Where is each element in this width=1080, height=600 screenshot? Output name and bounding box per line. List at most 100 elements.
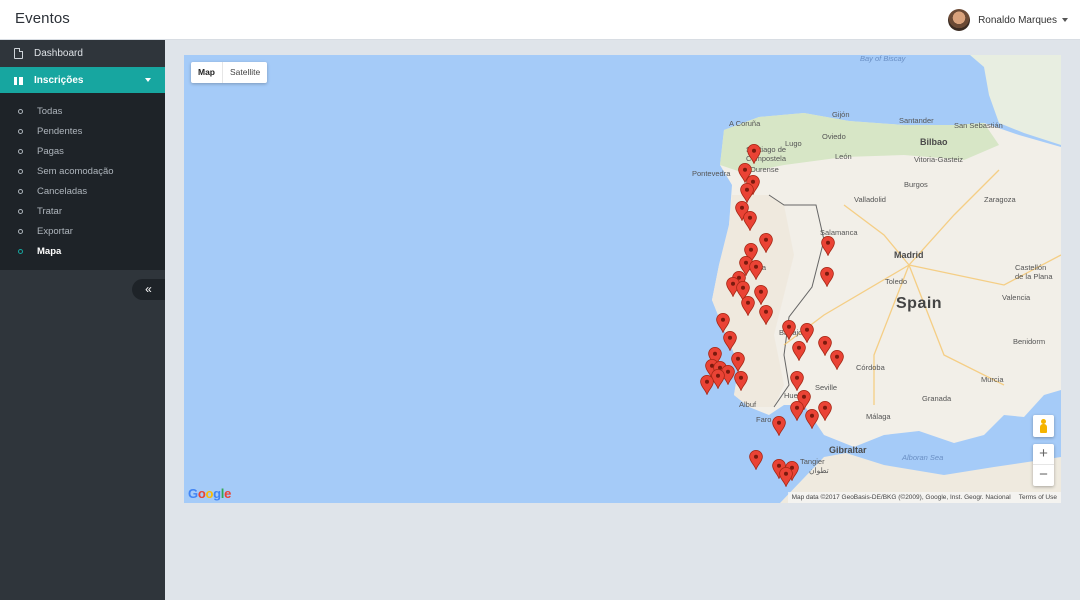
map-label: Zaragoza [984,195,1016,204]
map-marker[interactable] [805,409,819,431]
sidebar-item-label: Todas [37,105,63,117]
map-label: Córdoba [856,363,885,372]
map-marker[interactable] [830,349,845,371]
map-label: Ourense [750,165,779,174]
chevron-down-icon [1062,18,1068,22]
map-marker[interactable] [782,319,796,341]
sidebar-item-label: Tratar [37,205,62,217]
sidebar-item-pendentes[interactable]: Pendentes [0,121,165,141]
map-marker[interactable] [789,371,804,392]
map-view[interactable]: Map Satellite Bay of Biscay A Coruña Gij… [184,55,1061,503]
map-marker[interactable] [821,235,836,257]
map-label: Alboran Sea [902,453,944,462]
user-menu[interactable]: Ronaldo Marques [948,8,1068,32]
map-label: León [835,152,852,161]
map-type-control: Map Satellite [191,62,268,83]
map-attribution: Map data ©2017 GeoBasis-DE/BKG (©2009), … [787,492,1061,503]
map-marker[interactable] [820,266,834,288]
map-label: Castellón de la Plana [1015,263,1053,281]
sidebar-item-label: Pagas [37,145,64,157]
map-label: Pontevedra [692,169,731,178]
map-label: San Sebastián [954,121,1003,130]
map-label: Lugo [785,139,802,148]
circle-bullet-icon [18,228,23,234]
app-title: Eventos [15,10,70,27]
map-label: Oviedo [822,132,846,141]
map-label: Burgos [904,180,928,189]
map-label: Spain [896,295,943,312]
sidebar-item-label: Canceladas [37,185,88,197]
map-marker[interactable] [741,296,755,317]
map-label: A Coruña [729,119,761,128]
sidebar-item-label: Mapa [37,245,62,257]
map-marker[interactable] [748,260,763,281]
sidebar-item-label: Inscrições [34,74,84,86]
sidebar-collapse-button[interactable]: « [132,279,165,300]
map-marker[interactable] [723,330,738,352]
map-label: Seville [815,383,838,392]
circle-bullet-icon [18,128,23,134]
sidebar: Dashboard Inscrições Todas Pendentes Pag… [0,40,165,600]
map-marker[interactable] [792,340,806,362]
map-marker[interactable] [748,449,763,471]
map-type-satellite-button[interactable]: Satellite [222,62,267,83]
map-marker[interactable] [700,375,715,397]
google-logo: Google [188,486,232,501]
map-label: Bilbao [920,137,948,147]
gift-icon [14,77,23,85]
sidebar-item-inscricoes[interactable]: Inscrições [0,67,165,93]
attribution-text: Map data ©2017 GeoBasis-DE/BKG (©2009), … [791,494,1011,501]
sidebar-item-exportar[interactable]: Exportar [0,221,165,241]
circle-bullet-icon [18,208,23,214]
sidebar-item-todas[interactable]: Todas [0,101,165,121]
zoom-out-button[interactable]: − [1033,465,1054,486]
circle-bullet-icon [18,108,23,114]
top-navbar: Eventos Ronaldo Marques [0,0,1080,40]
map-label: Vitoria-Gasteiz [914,155,964,164]
sidebar-item-label: Pendentes [37,125,83,137]
terms-link[interactable]: Terms of Use [1015,492,1061,503]
map-marker[interactable] [779,467,794,488]
map-label: Tangier [800,457,825,466]
sidebar-item-sem-acomodacao[interactable]: Sem acomodação [0,161,165,181]
map-label: Málaga [866,412,891,421]
circle-bullet-icon [18,248,23,254]
sidebar-item-label: Sem acomodação [37,165,114,177]
map-label: Granada [922,394,952,403]
sidebar-item-label: Exportar [37,225,73,237]
circle-bullet-icon [18,148,23,154]
circle-bullet-icon [18,168,23,174]
sidebar-item-dashboard[interactable]: Dashboard [0,40,165,66]
map-marker[interactable] [771,415,786,437]
map-label: Madrid [894,250,924,260]
zoom-in-button[interactable]: + [1033,444,1054,465]
sidebar-item-canceladas[interactable]: Canceladas [0,181,165,201]
map-label: Santander [899,116,934,125]
map-marker[interactable] [759,233,773,255]
map-label: Valencia [1002,293,1031,302]
submenu-inscricoes: Todas Pendentes Pagas Sem acomodação Can… [0,93,165,270]
map-label: Murcia [981,375,1004,384]
map-marker[interactable] [747,143,762,165]
map-marker[interactable] [733,371,748,392]
map-marker[interactable] [759,305,773,326]
sidebar-item-mapa[interactable]: Mapa [0,241,165,261]
chevron-down-icon [145,78,151,82]
map-label: Valladolid [854,195,886,204]
map-marker[interactable] [789,401,804,422]
avatar [948,9,971,31]
sidebar-item-pagas[interactable]: Pagas [0,141,165,161]
map-label: Benidorm [1013,337,1046,346]
map-label: Gibraltar [829,445,867,455]
sidebar-item-tratar[interactable]: Tratar [0,201,165,221]
map-marker[interactable] [754,284,768,306]
zoom-control: + − [1033,444,1054,486]
map-marker[interactable] [742,211,757,232]
sidebar-item-label: Dashboard [34,47,83,59]
map-label: Albuf [739,400,757,409]
map-label: Toledo [885,277,908,286]
map-marker[interactable] [817,401,832,422]
street-view-pegman-icon[interactable] [1033,415,1054,437]
map-type-map-button[interactable]: Map [191,62,222,83]
user-name: Ronaldo Marques [978,14,1057,26]
